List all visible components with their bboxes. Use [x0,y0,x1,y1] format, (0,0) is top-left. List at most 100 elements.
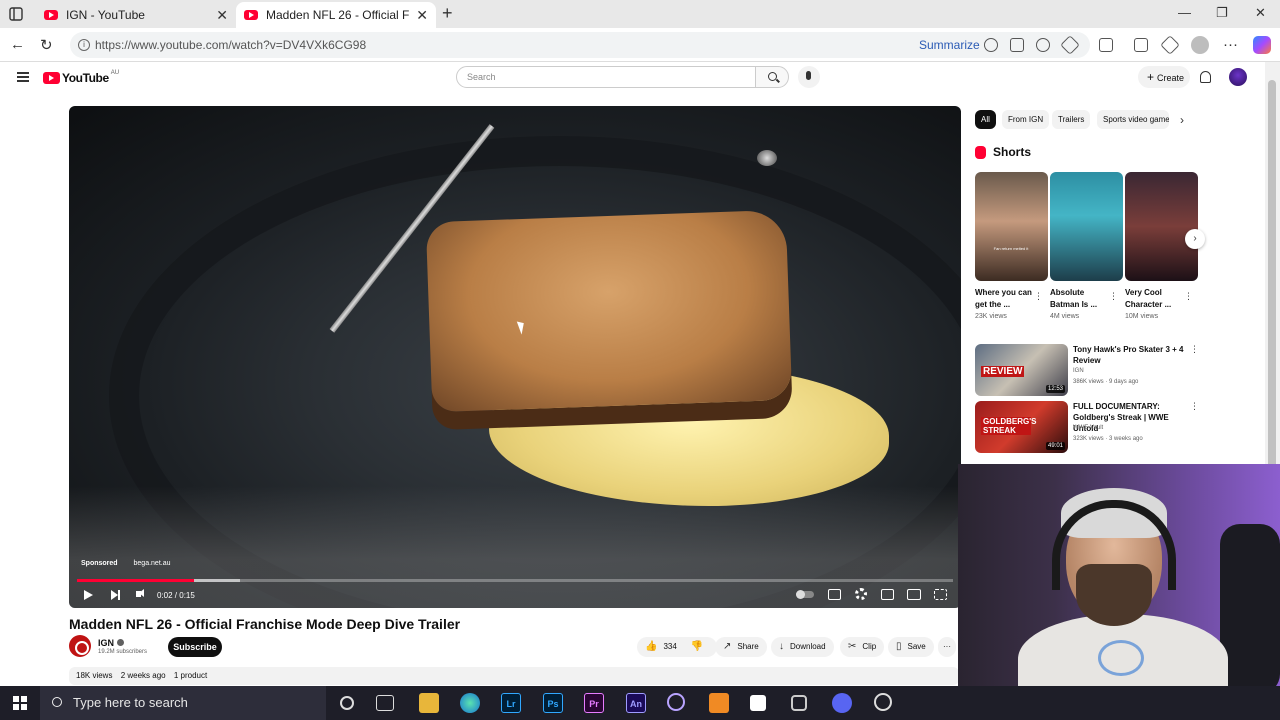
channel-name[interactable]: IGN [98,638,125,648]
search-button[interactable] [755,66,789,88]
save-button[interactable]: ▯ Save [888,637,934,657]
back-icon[interactable]: ← [10,36,25,53]
miniplayer-icon[interactable] [881,589,894,600]
clip-button[interactable]: ✂ Clip [840,637,885,657]
photoshop-icon[interactable]: Ps [543,693,563,713]
lightroom-icon[interactable]: Lr [501,693,521,713]
channel-avatar[interactable] [69,635,91,657]
short-title[interactable]: Absolute Batman Is ... [1050,287,1108,311]
notifications-bell-icon[interactable] [1200,71,1211,83]
autoplay-toggle[interactable] [796,590,814,599]
more-actions-button[interactable]: ··· [938,637,956,657]
create-label: Create [1157,73,1185,83]
menu-hamburger-icon[interactable] [17,72,29,82]
scrollbar-thumb[interactable] [1268,80,1276,500]
like-count[interactable]: 334 [663,637,676,657]
premiere-icon[interactable]: Pr [584,693,604,713]
edge-browser-icon[interactable] [460,693,480,713]
chips-next-icon[interactable]: › [1180,113,1184,127]
brave-icon[interactable] [709,693,729,713]
dislike-icon[interactable]: 👎 [691,637,703,657]
volume-icon[interactable] [136,589,144,597]
reading-icon[interactable] [984,38,998,52]
video-progress-bar[interactable] [77,579,953,582]
arc-app-icon[interactable] [667,693,685,711]
close-window-icon[interactable]: ✕ [1255,5,1266,21]
minimize-icon[interactable]: — [1178,5,1191,20]
create-button[interactable]: + Create [1138,66,1190,88]
youtube-logo[interactable]: YouTube AU [43,70,119,85]
like-icon[interactable]: 👍 [645,637,657,657]
sponsored-label[interactable]: Sponsored bega.net.au [81,560,171,567]
product-count[interactable]: 1 product [174,671,207,680]
sponsor-domain[interactable]: bega.net.au [134,560,171,567]
video-player[interactable]: Sponsored bega.net.au 0:02 / 0:15 [69,106,961,608]
next-video-icon[interactable] [111,590,120,600]
extensions-icon[interactable] [1099,38,1113,52]
zoom-icon[interactable] [1036,38,1050,52]
video-thumbnail[interactable]: GOLDBERG'S STREAK 49:01 [975,401,1068,453]
short-title[interactable]: Very Cool Character ... [1125,287,1183,311]
chip-sports-video-game[interactable]: Sports video game [1097,110,1169,129]
chip-trailers[interactable]: Trailers [1052,110,1091,129]
chip-from-ign[interactable]: From IGN [1002,110,1050,129]
search-input[interactable]: Search [456,66,756,88]
recommended-age: 3 weeks ago [1109,436,1143,442]
apps-icon[interactable] [1010,38,1024,52]
subscribe-button[interactable]: Subscribe [168,637,222,657]
short-title[interactable]: Where you can get the ... [975,287,1033,311]
browser-profile-avatar[interactable] [1191,36,1209,54]
close-tab-icon[interactable]: ✕ [216,7,228,24]
unity-icon[interactable] [791,695,807,711]
discord-icon[interactable] [832,693,852,713]
more-menu-icon[interactable]: ··· [1223,36,1238,53]
short-thumbnail[interactable] [1050,172,1123,281]
new-tab-button[interactable]: + [442,3,453,24]
short-thumbnail[interactable]: Fan return melted it [975,172,1048,281]
settings-gear-icon[interactable] [855,588,867,600]
description-box[interactable]: 18K views 2 weeks ago 1 product [69,667,959,685]
download-button[interactable]: ↓ Download [771,637,834,657]
recommended-menu-icon[interactable]: ⋮ [1190,401,1199,412]
chip-all[interactable]: All [975,110,996,129]
tab-ign-youtube[interactable]: IGN - YouTube ✕ [36,2,236,28]
play-icon[interactable] [84,590,93,600]
voice-search-icon[interactable] [798,66,820,88]
obs-icon[interactable] [874,693,892,711]
shorts-next-icon[interactable]: › [1185,229,1205,249]
thumbnail-text: GOLDBERG'S STREAK [981,417,1037,435]
summarize-button[interactable]: Summarize [919,38,980,52]
browser-essentials-icon[interactable] [1134,38,1148,52]
recommended-title[interactable]: Tony Hawk's Pro Skater 3 + 4 Review [1073,344,1188,366]
windows-start-icon[interactable] [13,696,27,710]
refresh-icon[interactable]: ↻ [40,36,53,54]
recommended-channel[interactable]: WWE Vault [1073,425,1103,431]
video-duration: 49:01 [1045,442,1065,450]
taskbar-search-input[interactable]: Type here to search [40,686,326,720]
fullscreen-icon[interactable] [934,589,947,600]
short-menu-icon[interactable]: ⋮ [1184,291,1193,302]
maximize-icon[interactable]: ❐ [1216,5,1228,21]
browser-tab-bar: IGN - YouTube ✕ Madden NFL 26 - Official… [0,0,1280,28]
subtitles-icon[interactable] [828,589,841,600]
copilot-icon[interactable] [1253,36,1271,54]
task-view-icon[interactable] [376,695,394,711]
site-info-icon[interactable]: i [78,39,90,51]
share-button[interactable]: ↗ Share [715,637,767,657]
short-thumbnail[interactable] [1125,172,1198,281]
theater-mode-icon[interactable] [907,589,921,600]
like-dislike-group: 👍 334 👎 [637,637,717,657]
short-menu-icon[interactable]: ⋮ [1034,291,1043,302]
short-menu-icon[interactable]: ⋮ [1109,291,1118,302]
close-tab-icon[interactable]: ✕ [416,7,428,24]
recommended-menu-icon[interactable]: ⋮ [1190,344,1199,355]
tab-actions-icon[interactable] [8,6,24,22]
animate-icon[interactable]: An [626,693,646,713]
user-avatar[interactable] [1229,68,1247,86]
video-thumbnail[interactable]: REVIEW 12:53 [975,344,1068,396]
notes-app-icon[interactable] [750,695,766,711]
tab-madden-video[interactable]: Madden NFL 26 - Official Franchise Mode … [236,2,436,28]
cortana-icon[interactable] [340,696,354,710]
file-explorer-icon[interactable] [419,693,439,713]
recommended-channel[interactable]: IGN [1073,368,1084,374]
